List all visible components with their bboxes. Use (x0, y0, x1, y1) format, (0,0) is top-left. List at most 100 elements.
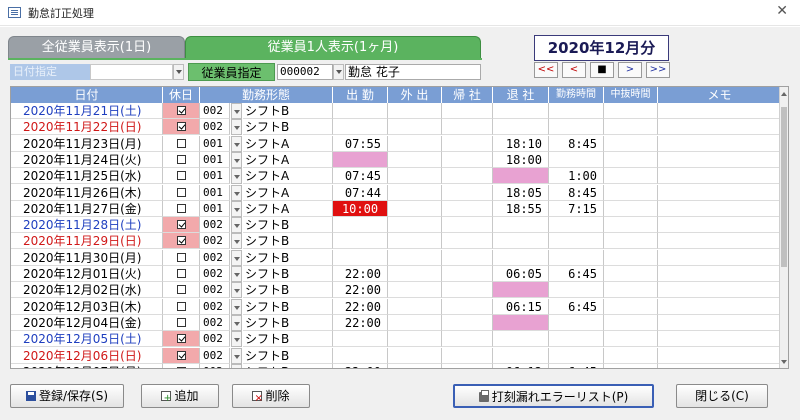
cell-go-out[interactable] (388, 331, 442, 348)
pattern-dropdown-arrow-icon[interactable] (231, 151, 242, 168)
cell-clock-in[interactable]: 22:00 (333, 314, 388, 331)
cell-return[interactable] (442, 298, 493, 315)
cell-memo[interactable] (658, 233, 781, 250)
cell-return[interactable] (442, 331, 493, 348)
cell-work-hours[interactable] (549, 331, 604, 348)
cell-return[interactable] (442, 363, 493, 368)
table-row[interactable]: 2020年11月27日(金) 001 シフトA 10:00 18:55 7:15 (11, 200, 781, 217)
cell-pattern-code[interactable]: 002 (200, 119, 230, 136)
cell-shift-name[interactable]: シフトB (243, 347, 333, 364)
cell-return[interactable] (442, 168, 493, 185)
cell-work-hours[interactable] (549, 151, 604, 168)
cell-shift-name[interactable]: シフトB (243, 217, 333, 234)
cell-pattern-code[interactable]: 001 (200, 168, 230, 185)
table-row[interactable]: 2020年12月02日(水) 002 シフトB 22:00 (11, 282, 781, 299)
cell-pattern-code[interactable]: 002 (200, 249, 230, 266)
checkbox-icon[interactable] (176, 138, 186, 148)
cell-go-out[interactable] (388, 249, 442, 266)
cell-holiday[interactable] (163, 168, 200, 185)
cell-clock-in[interactable] (333, 331, 388, 348)
cell-shift-name[interactable]: シフトB (243, 331, 333, 348)
cell-break-hours[interactable] (604, 200, 658, 217)
checkbox-icon[interactable] (176, 187, 186, 197)
cell-break-hours[interactable] (604, 363, 658, 368)
cell-holiday[interactable] (163, 314, 200, 331)
cell-return[interactable] (442, 314, 493, 331)
checkbox-checked-icon[interactable] (176, 236, 186, 246)
cell-break-hours[interactable] (604, 347, 658, 364)
pattern-dropdown-arrow-icon[interactable] (231, 314, 242, 331)
cell-memo[interactable] (658, 200, 781, 217)
cell-pattern-code[interactable]: 002 (200, 298, 230, 315)
pattern-dropdown-arrow-icon[interactable] (231, 168, 242, 185)
cell-break-hours[interactable] (604, 298, 658, 315)
table-row[interactable]: 2020年11月21日(土) 002 シフトB (11, 103, 781, 119)
cell-shift-name[interactable]: シフトB (243, 266, 333, 282)
cell-break-hours[interactable] (604, 217, 658, 234)
cell-clock-in[interactable]: 22:00 (333, 298, 388, 315)
table-row[interactable]: 2020年12月07日(月) 002 シフトB22:00 06:126:45 (11, 363, 781, 368)
cell-clock-in[interactable]: 07:45 (333, 168, 388, 185)
pattern-dropdown-arrow-icon[interactable] (231, 200, 242, 217)
nav-first-button[interactable]: << (534, 62, 558, 78)
checkbox-icon[interactable] (176, 252, 186, 262)
scroll-up-icon[interactable] (781, 89, 787, 99)
cell-go-out[interactable] (388, 314, 442, 331)
pattern-dropdown-arrow-icon[interactable] (231, 249, 242, 266)
cell-go-out[interactable] (388, 200, 442, 217)
cell-clock-in[interactable] (333, 217, 388, 234)
cell-clock-out[interactable] (493, 103, 549, 119)
table-row[interactable]: 2020年12月05日(土) 002 シフトB (11, 331, 781, 348)
table-row[interactable]: 2020年11月30日(月) 002 シフトB (11, 249, 781, 266)
checkbox-icon[interactable] (176, 317, 186, 327)
checkbox-icon[interactable] (176, 269, 186, 278)
cell-break-hours[interactable] (604, 119, 658, 136)
cell-holiday[interactable] (163, 249, 200, 266)
cell-holiday[interactable] (163, 347, 200, 364)
cell-break-hours[interactable] (604, 168, 658, 185)
cell-work-hours[interactable]: 8:45 (549, 184, 604, 201)
cell-clock-in[interactable]: 22:00 (333, 266, 388, 282)
table-row[interactable]: 2020年12月01日(火) 002 シフトB 22:00 06:05 6:45 (11, 266, 781, 282)
cell-pattern-code[interactable]: 002 (200, 314, 230, 331)
checkbox-checked-icon[interactable] (176, 122, 186, 132)
cell-holiday[interactable] (163, 151, 200, 168)
cell-holiday[interactable] (163, 200, 200, 217)
checkbox-checked-icon[interactable] (176, 334, 186, 344)
delete-button[interactable]: 削除 (232, 384, 310, 410)
checkbox-icon[interactable] (176, 366, 186, 368)
cell-pattern-code[interactable]: 002 (200, 217, 230, 234)
cell-clock-out[interactable] (493, 249, 549, 266)
cell-work-hours[interactable] (549, 217, 604, 234)
cell-memo[interactable] (658, 135, 781, 152)
add-button[interactable]: 追加 (141, 384, 219, 410)
cell-clock-in[interactable]: 07:55 (333, 135, 388, 152)
table-row[interactable]: 2020年11月29日(日) 002 シフトB (11, 233, 781, 250)
tab-all-employees[interactable]: 全従業員表示(1日) (8, 36, 185, 59)
checkbox-icon[interactable] (176, 301, 186, 311)
cell-return[interactable] (442, 266, 493, 282)
table-row[interactable]: 2020年11月24日(火) 001 シフトA 18:00 (11, 151, 781, 168)
cell-memo[interactable] (658, 119, 781, 136)
cell-holiday[interactable] (163, 184, 200, 201)
cell-work-hours[interactable]: 6:45 (549, 363, 604, 368)
cell-clock-in[interactable]: 07:44 (333, 184, 388, 201)
employee-id-input[interactable]: 000002 (277, 64, 333, 80)
cell-break-hours[interactable] (604, 249, 658, 266)
cell-pattern-code[interactable]: 001 (200, 200, 230, 217)
cell-go-out[interactable] (388, 282, 442, 299)
cell-clock-out[interactable] (493, 331, 549, 348)
cell-pattern-code[interactable]: 002 (200, 266, 230, 282)
cell-memo[interactable] (658, 363, 781, 368)
cell-clock-in[interactable] (333, 347, 388, 364)
cell-return[interactable] (442, 347, 493, 364)
cell-holiday[interactable] (163, 233, 200, 250)
cell-shift-name[interactable]: シフトA (243, 184, 333, 201)
cell-go-out[interactable] (388, 298, 442, 315)
cell-pattern-code[interactable]: 002 (200, 233, 230, 250)
cell-clock-out[interactable]: 06:05 (493, 266, 549, 282)
pattern-dropdown-arrow-icon[interactable] (231, 347, 242, 364)
cell-return[interactable] (442, 184, 493, 201)
cell-return[interactable] (442, 249, 493, 266)
tab-single-employee[interactable]: 従業員1人表示(1ヶ月) (185, 36, 481, 59)
